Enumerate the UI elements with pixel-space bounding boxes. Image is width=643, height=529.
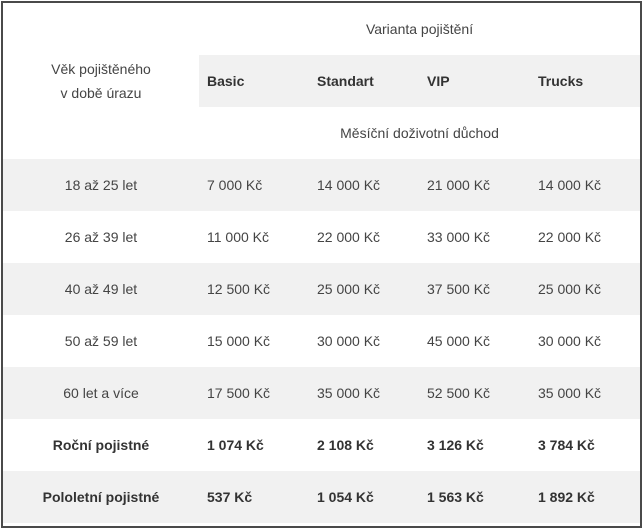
cell-standart: 25 000 Kč bbox=[309, 263, 419, 315]
cell-trucks: 1 892 Kč bbox=[530, 471, 641, 523]
cell-trucks: 35 000 Kč bbox=[530, 367, 641, 419]
cell-standart: 22 000 Kč bbox=[309, 211, 419, 263]
cell-vip: 37 500 Kč bbox=[419, 263, 530, 315]
cell-basic: 15 000 Kč bbox=[199, 315, 309, 367]
cell-basic: 17 500 Kč bbox=[199, 367, 309, 419]
cell-vip: 21 000 Kč bbox=[419, 159, 530, 211]
plan-header-trucks: Trucks bbox=[530, 55, 641, 107]
age-header-line1: Věk pojištěného bbox=[51, 61, 151, 77]
row-label: 40 až 49 let bbox=[3, 263, 199, 315]
plan-header-vip: VIP bbox=[419, 55, 530, 107]
table-row: 60 let a více 17 500 Kč 35 000 Kč 52 500… bbox=[3, 367, 641, 419]
row-label: Pololetní pojistné bbox=[3, 471, 199, 523]
insurance-table: Věk pojištěného v době úrazu Varianta po… bbox=[3, 3, 641, 523]
cell-trucks: 22 000 Kč bbox=[530, 211, 641, 263]
plan-header-standart: Standart bbox=[309, 55, 419, 107]
row-label: 18 až 25 let bbox=[3, 159, 199, 211]
cell-standart: 2 108 Kč bbox=[309, 419, 419, 471]
cell-trucks: 25 000 Kč bbox=[530, 263, 641, 315]
monthly-pension-subheader: Měsíční doživotní důchod bbox=[199, 107, 641, 159]
row-label: Roční pojistné bbox=[3, 419, 199, 471]
cell-vip: 33 000 Kč bbox=[419, 211, 530, 263]
plan-header-basic: Basic bbox=[199, 55, 309, 107]
age-header-line2: v době úrazu bbox=[60, 85, 142, 101]
cell-vip: 3 126 Kč bbox=[419, 419, 530, 471]
insurance-table-frame: Věk pojištěného v době úrazu Varianta po… bbox=[1, 1, 642, 528]
cell-vip: 45 000 Kč bbox=[419, 315, 530, 367]
table-row: 26 až 39 let 11 000 Kč 22 000 Kč 33 000 … bbox=[3, 211, 641, 263]
age-column-header: Věk pojištěného v době úrazu bbox=[3, 3, 199, 159]
table-row: 40 až 49 let 12 500 Kč 25 000 Kč 37 500 … bbox=[3, 263, 641, 315]
cell-trucks: 14 000 Kč bbox=[530, 159, 641, 211]
cell-trucks: 30 000 Kč bbox=[530, 315, 641, 367]
row-label: 50 až 59 let bbox=[3, 315, 199, 367]
cell-basic: 7 000 Kč bbox=[199, 159, 309, 211]
cell-basic: 1 074 Kč bbox=[199, 419, 309, 471]
cell-vip: 1 563 Kč bbox=[419, 471, 530, 523]
cell-trucks: 3 784 Kč bbox=[530, 419, 641, 471]
table-row: 18 až 25 let 7 000 Kč 14 000 Kč 21 000 K… bbox=[3, 159, 641, 211]
semiannual-premium-row: Pololetní pojistné 537 Kč 1 054 Kč 1 563… bbox=[3, 471, 641, 523]
cell-standart: 14 000 Kč bbox=[309, 159, 419, 211]
row-label: 26 až 39 let bbox=[3, 211, 199, 263]
annual-premium-row: Roční pojistné 1 074 Kč 2 108 Kč 3 126 K… bbox=[3, 419, 641, 471]
cell-standart: 1 054 Kč bbox=[309, 471, 419, 523]
cell-basic: 11 000 Kč bbox=[199, 211, 309, 263]
table-row: 50 až 59 let 15 000 Kč 30 000 Kč 45 000 … bbox=[3, 315, 641, 367]
cell-vip: 52 500 Kč bbox=[419, 367, 530, 419]
variant-header: Varianta pojištění bbox=[199, 3, 641, 55]
cell-standart: 35 000 Kč bbox=[309, 367, 419, 419]
cell-standart: 30 000 Kč bbox=[309, 315, 419, 367]
cell-basic: 12 500 Kč bbox=[199, 263, 309, 315]
cell-basic: 537 Kč bbox=[199, 471, 309, 523]
row-label: 60 let a více bbox=[3, 367, 199, 419]
